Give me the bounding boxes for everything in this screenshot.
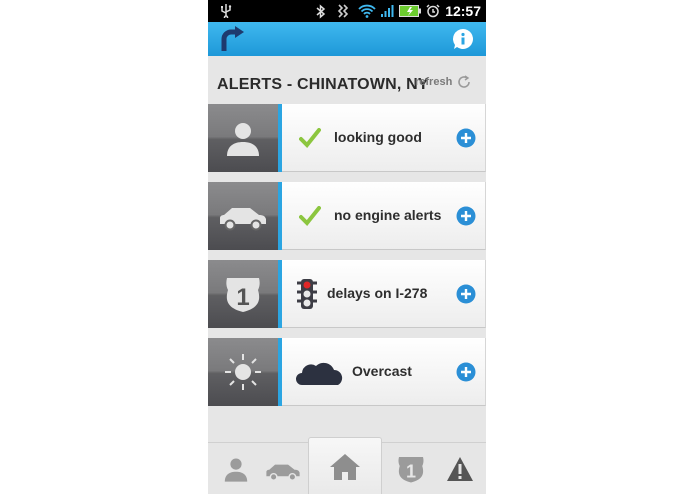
alert-text: no engine alerts [334,207,442,223]
alert-card-weather[interactable]: Overcast [208,338,486,406]
route-number: 1 [236,284,249,311]
alert-category-tile [208,182,278,250]
alert-text: looking good [334,129,422,145]
car-icon [266,464,300,481]
expand-plus-icon[interactable] [456,362,476,382]
nav-alerts-tab[interactable] [438,443,482,494]
alert-body: no engine alerts [282,182,486,250]
wifi-icon [358,3,376,19]
alert-body: delays on I-278 [282,260,486,328]
status-time: 12:57 [445,3,481,19]
alert-category-tile [208,104,278,172]
alert-body: looking good [282,104,486,172]
alert-card-vehicle[interactable]: no engine alerts [208,182,486,250]
alert-body: Overcast [282,338,486,406]
checkmark-icon [299,206,321,231]
nav-traffic-tab[interactable]: 1 [388,443,434,494]
route-shield-icon: 1 [398,457,424,483]
cloud-icon [296,359,344,392]
nav-personal-tab[interactable] [214,443,258,494]
bottom-nav: 1 [208,437,486,494]
person-icon [224,458,248,482]
alert-card-personal[interactable]: looking good [208,104,486,172]
page-title: ALERTS - CHINATOWN, NY [217,76,429,93]
info-icon[interactable] [452,28,474,50]
warning-icon [447,457,473,481]
usb-icon [218,3,234,19]
status-bar: 12:57 [208,0,486,22]
alarm-icon [425,3,441,19]
checkmark-icon [299,128,321,153]
route-shield-icon: 1 [226,278,260,312]
phone-screen: 12:57 ALERTS - CHINATOWN, NY refresh loo… [208,0,486,494]
signal-icon [380,3,394,19]
refresh-link[interactable]: refresh [415,76,452,88]
refresh-icon[interactable] [457,75,471,89]
nav-vehicle-tab[interactable] [260,443,306,494]
traffic-light-icon [296,278,318,315]
alert-text: Overcast [352,363,412,379]
battery-icon [398,3,422,19]
alert-card-traffic[interactable]: 1 delays on I-278 [208,260,486,328]
bluetooth-icon [314,3,328,19]
car-icon [220,208,266,231]
vibrate-icon [336,3,352,19]
alerts-header: ALERTS - CHINATOWN, NY refresh [208,56,486,104]
home-icon [330,454,360,480]
app-logo-icon[interactable] [220,25,246,53]
expand-plus-icon[interactable] [456,284,476,304]
expand-plus-icon[interactable] [456,206,476,226]
expand-plus-icon[interactable] [456,128,476,148]
sun-icon [225,354,261,390]
alert-text: delays on I-278 [327,285,428,301]
person-icon [227,123,259,156]
action-bar [208,22,486,56]
alert-category-tile: 1 [208,260,278,328]
nav-home-tab[interactable] [308,437,382,494]
route-number: 1 [406,461,416,481]
alert-category-tile [208,338,278,406]
